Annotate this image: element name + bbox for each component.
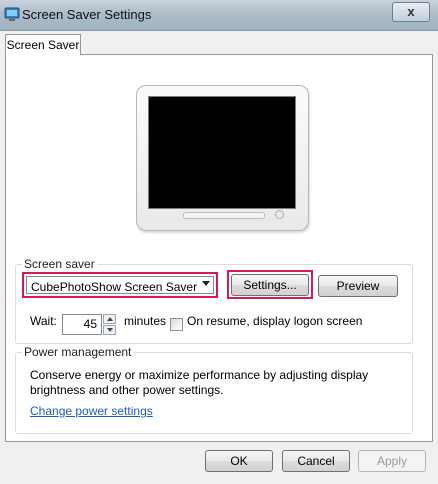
power-management-group-label: Power management xyxy=(22,345,134,359)
close-button[interactable]: x xyxy=(392,2,430,22)
ok-button[interactable]: OK xyxy=(205,450,273,472)
cancel-button[interactable]: Cancel xyxy=(282,450,350,472)
close-icon: x xyxy=(407,4,415,19)
wait-minutes-input[interactable]: 45 xyxy=(62,314,102,335)
screen-saver-dropdown-highlight: CubePhotoShow Screen Saver xyxy=(22,272,218,298)
spin-up-button[interactable] xyxy=(103,314,116,324)
monitor-power-led xyxy=(275,210,284,219)
resume-logon-label[interactable]: On resume, display logon screen xyxy=(187,314,362,328)
screen-saver-icon xyxy=(4,7,20,21)
spin-down-button[interactable] xyxy=(103,325,116,335)
wait-spinner xyxy=(103,314,116,335)
screen-saver-group-label: Screen saver xyxy=(22,257,97,271)
preview-button[interactable]: Preview xyxy=(318,275,398,297)
resume-logon-checkbox[interactable] xyxy=(170,318,183,331)
monitor-slot xyxy=(183,212,265,219)
arrow-up-icon xyxy=(107,317,113,321)
window-title: Screen Saver Settings xyxy=(22,7,152,22)
chevron-down-icon xyxy=(202,281,210,286)
arrow-down-icon xyxy=(107,328,113,332)
monitor-preview xyxy=(136,85,309,231)
tab-screen-saver[interactable]: Screen Saver xyxy=(5,34,81,55)
apply-button[interactable]: Apply xyxy=(358,450,426,472)
change-power-settings-link[interactable]: Change power settings xyxy=(30,404,153,418)
title-bar: Screen Saver Settings x xyxy=(0,0,438,31)
power-description: Conserve energy or maximize performance … xyxy=(30,368,369,397)
settings-button[interactable]: Settings... xyxy=(231,274,309,296)
screen-saver-dropdown[interactable]: CubePhotoShow Screen Saver xyxy=(26,276,214,294)
tab-panel: Screen saver CubePhotoShow Screen Saver … xyxy=(5,54,433,442)
screen-saver-selected: CubePhotoShow Screen Saver xyxy=(31,280,198,294)
wait-label: Wait: xyxy=(30,314,57,328)
minutes-label: minutes xyxy=(124,314,167,328)
preview-screen xyxy=(148,96,296,209)
